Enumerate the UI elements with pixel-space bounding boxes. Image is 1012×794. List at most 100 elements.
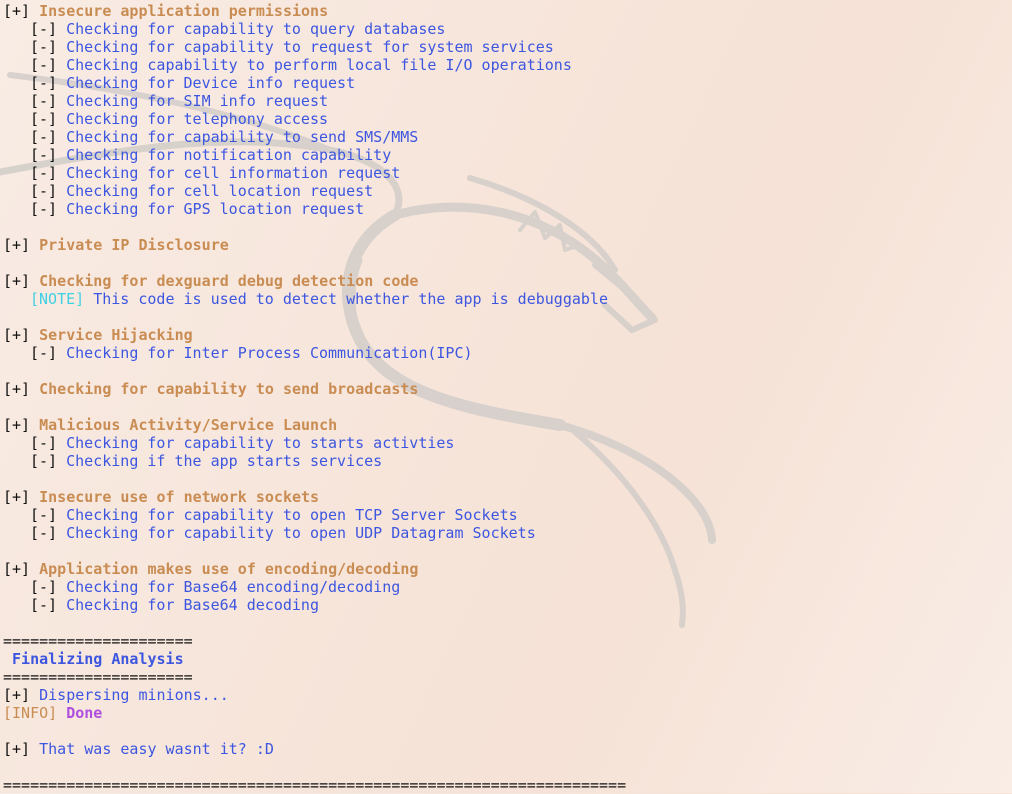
check-text: Checking for capability to open TCP Serv… — [66, 506, 518, 524]
separator-rule: ===================== — [3, 632, 193, 650]
minus-marker: [-] — [30, 524, 58, 542]
plus-marker: [+] — [3, 686, 31, 704]
check-text: Checking for telephony access — [66, 110, 329, 128]
plus-marker: [+] — [3, 416, 31, 434]
terminal-output: [+] Insecure application permissions [-]… — [3, 2, 626, 794]
section-header: [+] Private IP Disclosure — [3, 236, 626, 254]
info-marker: [INFO] — [3, 704, 58, 722]
check-item: [-] Checking for Device info request — [3, 74, 626, 92]
check-item: [-] Checking for Base64 decoding — [3, 596, 626, 614]
minus-marker: [-] — [30, 506, 58, 524]
check-text: Checking for cell information request — [66, 164, 401, 182]
check-item: [-] Checking capability to perform local… — [3, 56, 626, 74]
minus-marker: [-] — [30, 146, 58, 164]
minus-marker: [-] — [30, 56, 58, 74]
check-text: Checking for Device info request — [66, 74, 356, 92]
section-title: Insecure use of network sockets — [39, 488, 320, 506]
check-text: Checking for capability to starts activt… — [66, 434, 455, 452]
check-text: Checking for Inter Process Communication… — [66, 344, 473, 362]
check-item: [-] Checking for capability to starts ac… — [3, 434, 626, 452]
plus-marker: [+] — [3, 740, 31, 758]
check-item: [-] Checking for SIM info request — [3, 92, 626, 110]
check-text: Checking if the app starts services — [66, 452, 383, 470]
section-title: Checking for capability to send broadcas… — [39, 380, 419, 398]
minus-marker: [-] — [30, 182, 58, 200]
section-title: Service Hijacking — [39, 326, 193, 344]
section-header: [+] Application makes use of encoding/de… — [3, 560, 626, 578]
minus-marker: [-] — [30, 200, 58, 218]
minus-marker: [-] — [30, 20, 58, 38]
section-header: [+] Malicious Activity/Service Launch — [3, 416, 626, 434]
section-header: [+] Insecure use of network sockets — [3, 488, 626, 506]
minus-marker: [-] — [30, 38, 58, 56]
check-text: Checking for notification capability — [66, 146, 392, 164]
done-text: Done — [66, 704, 103, 722]
check-item: [-] Checking for capability to open UDP … — [3, 524, 626, 542]
note-line: [NOTE] This code is used to detect wheth… — [3, 290, 626, 308]
check-item: [-] Checking for Inter Process Communica… — [3, 344, 626, 362]
check-item: [-] Checking for cell location request — [3, 182, 626, 200]
dispersing-line: [+] Dispersing minions... — [3, 686, 626, 704]
section-header: [+] Checking for dexguard debug detectio… — [3, 272, 626, 290]
easy-line: [+] That was easy wasnt it? :D — [3, 740, 626, 758]
check-text: Checking for Base64 encoding/decoding — [66, 578, 401, 596]
check-item: [-] Checking for cell information reques… — [3, 164, 626, 182]
minus-marker: [-] — [30, 434, 58, 452]
check-item: [-] Checking for capability to open TCP … — [3, 506, 626, 524]
section-title: Insecure application permissions — [39, 2, 329, 20]
check-item: [-] Checking for capability to query dat… — [3, 20, 626, 38]
check-text: Checking for SIM info request — [66, 92, 329, 110]
easy-text: That was easy wasnt it? :D — [39, 740, 274, 758]
check-text: Checking for capability to query databas… — [66, 20, 446, 38]
check-text: Checking for cell location request — [66, 182, 374, 200]
section-header: [+] Service Hijacking — [3, 326, 626, 344]
check-item: [-] Checking for notification capability — [3, 146, 626, 164]
check-text: Checking for capability to send SMS/MMS — [66, 128, 419, 146]
check-text: Checking for Base64 decoding — [66, 596, 319, 614]
minus-marker: [-] — [30, 128, 58, 146]
section-title: Private IP Disclosure — [39, 236, 229, 254]
minus-marker: [-] — [30, 452, 58, 470]
minus-marker: [-] — [30, 74, 58, 92]
plus-marker: [+] — [3, 380, 31, 398]
check-item: [-] Checking for capability to request f… — [3, 38, 626, 56]
check-item: [-] Checking for capability to send SMS/… — [3, 128, 626, 146]
check-item: [-] Checking for telephony access — [3, 110, 626, 128]
minus-marker: [-] — [30, 110, 58, 128]
plus-marker: [+] — [3, 272, 31, 290]
note-marker: [NOTE] — [30, 290, 85, 308]
check-item: [-] Checking for GPS location request — [3, 200, 626, 218]
check-text: Checking for GPS location request — [66, 200, 365, 218]
plus-marker: [+] — [3, 326, 31, 344]
finalizing-title: Finalizing Analysis — [3, 650, 184, 668]
section-header: [+] Checking for capability to send broa… — [3, 380, 626, 398]
plus-marker: [+] — [3, 236, 31, 254]
info-line: [INFO] Done — [3, 704, 626, 722]
separator-rule-long: ========================================… — [3, 776, 627, 794]
minus-marker: [-] — [30, 164, 58, 182]
check-text: Checking for capability to request for s… — [66, 38, 554, 56]
section-title: Checking for dexguard debug detection co… — [39, 272, 419, 290]
check-text: Checking capability to perform local fil… — [66, 56, 572, 74]
plus-marker: [+] — [3, 560, 31, 578]
plus-marker: [+] — [3, 488, 31, 506]
dispersing-text: Dispersing minions... — [39, 686, 229, 704]
check-item: [-] Checking for Base64 encoding/decodin… — [3, 578, 626, 596]
minus-marker: [-] — [30, 578, 58, 596]
plus-marker: [+] — [3, 2, 31, 20]
check-item: [-] Checking if the app starts services — [3, 452, 626, 470]
section-header: [+] Insecure application permissions — [3, 2, 626, 20]
minus-marker: [-] — [30, 92, 58, 110]
section-title: Malicious Activity/Service Launch — [39, 416, 338, 434]
minus-marker: [-] — [30, 344, 58, 362]
note-text: This code is used to detect whether the … — [93, 290, 608, 308]
minus-marker: [-] — [30, 596, 58, 614]
